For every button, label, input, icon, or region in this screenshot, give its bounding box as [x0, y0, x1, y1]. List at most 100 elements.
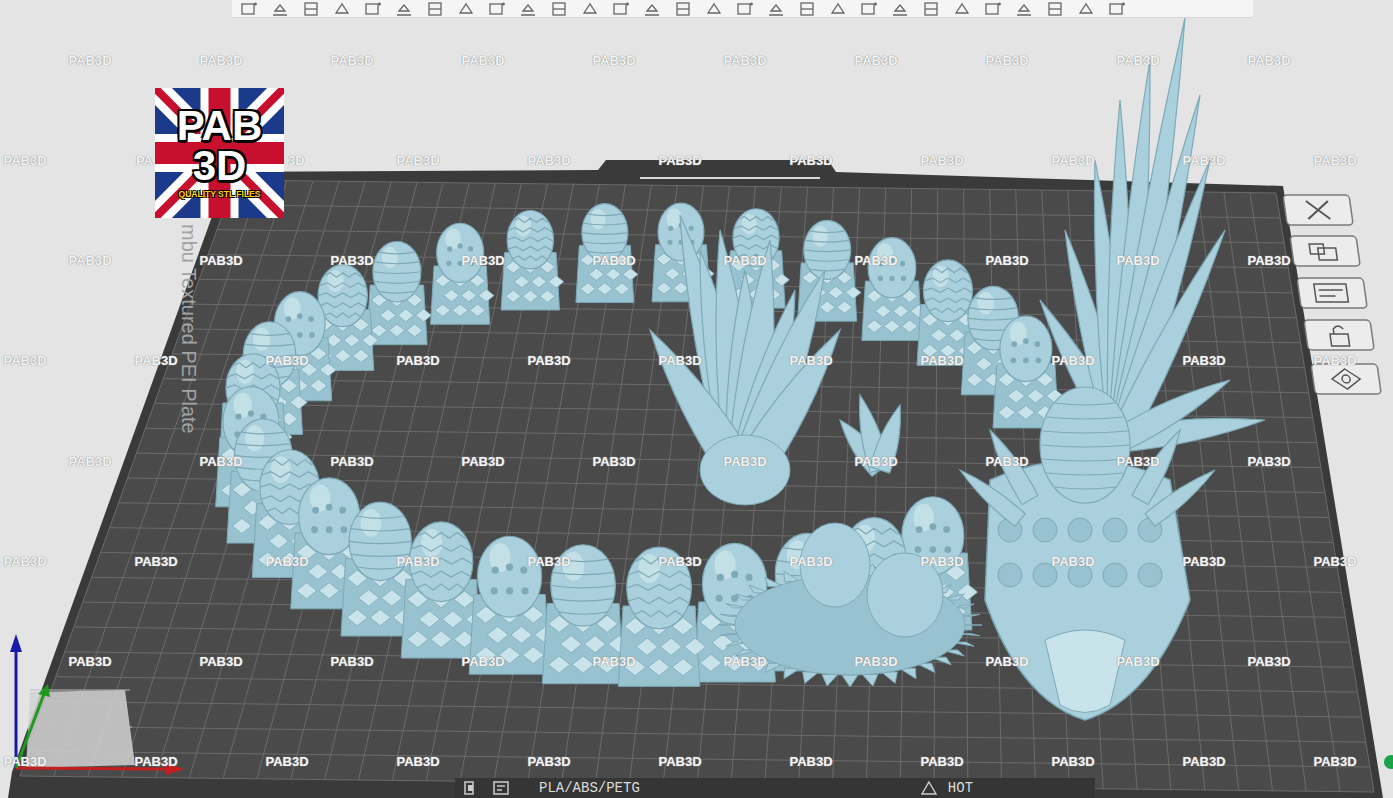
dragon-model-part	[381, 590, 402, 607]
toolbar-tool-icon[interactable]	[922, 1, 940, 17]
toolbar-tool-icon[interactable]	[705, 1, 723, 17]
toolbar-tool-icon[interactable]	[643, 1, 661, 17]
toolbar-tool-icon[interactable]	[1108, 1, 1126, 17]
watermark-text: PA	[136, 153, 153, 168]
dragon-model-part	[828, 286, 844, 299]
dragon-model-part	[734, 226, 778, 230]
dragon-model-part	[312, 507, 319, 514]
dragon-model-part	[258, 552, 278, 568]
watermark-text: PAB3D	[920, 554, 963, 569]
dragon-model-part	[660, 638, 682, 655]
dragon-model-part	[308, 316, 314, 322]
dragon-model-part	[800, 523, 870, 607]
arrange-icon-part	[1290, 236, 1360, 266]
toolbar-tool-icon[interactable]	[953, 1, 971, 17]
toolbar-tool-icon[interactable]	[767, 1, 785, 17]
toolbar-tool-icon[interactable]	[457, 1, 475, 17]
toolbar-tool-icon[interactable]	[519, 1, 537, 17]
dragon-model-part	[379, 252, 416, 254]
plate-icon-part	[468, 785, 473, 791]
dragon-model-part	[998, 406, 1015, 420]
toolbar-tool-icon[interactable]	[860, 1, 878, 17]
dragon-model-part	[1103, 563, 1127, 587]
watermark-text: PAB3D	[199, 654, 242, 669]
toolbar-tool-icon-part	[893, 5, 907, 15]
lock-icon-part	[1330, 334, 1350, 346]
toolbar-tool-icon[interactable]	[488, 1, 506, 17]
dragon-model-part	[475, 647, 496, 664]
dragon-model-part	[407, 631, 428, 648]
toolbar-tool-icon[interactable]	[984, 1, 1002, 17]
dragon-model-part	[262, 472, 318, 478]
dragon-model-part	[437, 223, 484, 282]
dragon-model-part	[356, 516, 404, 518]
dragon-model-part	[309, 332, 315, 338]
axis-gizmo-part	[16, 768, 170, 769]
dragon-model-part	[335, 349, 351, 362]
toolbar-tool-icon[interactable]	[612, 1, 630, 17]
toolbar-tool-icon[interactable]	[302, 1, 320, 17]
watermark-text: PAB3D	[1247, 53, 1290, 68]
temperature-mode[interactable]: HOT	[948, 779, 973, 797]
orient-icon[interactable]	[1311, 364, 1381, 394]
lock-icon[interactable]	[1304, 320, 1374, 350]
toolbar-tool-icon-part	[553, 3, 565, 15]
dragon-model[interactable]	[216, 18, 1265, 720]
arrange-icon[interactable]	[1290, 236, 1360, 266]
toolbar-tool-icon[interactable]	[1046, 1, 1064, 17]
dragon-model-part	[634, 558, 683, 564]
dragon-model-part	[901, 276, 906, 281]
dragon-model-part	[1041, 445, 1129, 447]
toolbar-tool-icon[interactable]	[395, 1, 413, 17]
logo-tagline: QUALITY STL FILES	[179, 189, 261, 200]
toolbar-tool-icon[interactable]	[829, 1, 847, 17]
view-controls	[1283, 195, 1381, 394]
dragon-model-part	[349, 541, 411, 543]
filament-type[interactable]: PLA/ABS/PETG	[539, 779, 640, 797]
build-plate	[8, 160, 1383, 798]
toolbar-tool-icon[interactable]	[736, 1, 754, 17]
toolbar-tool-icon-part	[769, 5, 783, 15]
watermark-text: PAB3D	[330, 454, 373, 469]
watermark-text: PAB3D	[1313, 754, 1356, 769]
dragon-model-part	[819, 301, 835, 314]
dragon-model-part	[587, 214, 622, 216]
dragon-model-part	[458, 261, 463, 266]
dragon-model-part	[1023, 357, 1029, 363]
dragon-model-part	[351, 529, 410, 531]
dragon-model-part	[435, 304, 451, 317]
dragon-model-part	[508, 228, 552, 232]
toolbar-tool-icon[interactable]	[426, 1, 444, 17]
dragon-model-part	[628, 598, 689, 604]
dragon-model-part	[447, 246, 452, 251]
dragon-model-part	[889, 258, 894, 263]
toolbar-tool-icon[interactable]	[1015, 1, 1033, 17]
toolbar-tool-icon[interactable]	[1077, 1, 1095, 17]
toolbar-tool-icon[interactable]	[333, 1, 351, 17]
watermark-text: PAB3D	[985, 454, 1028, 469]
dragon-model-part	[738, 216, 773, 220]
toolbar-tool-icon[interactable]	[364, 1, 382, 17]
toolbar-tool-icon[interactable]	[240, 1, 258, 17]
toolbar-tool-icon[interactable]	[271, 1, 289, 17]
dragon-model-part	[960, 470, 1025, 526]
plate-icon[interactable]	[463, 780, 485, 796]
watermark-text: PAB3D	[134, 754, 177, 769]
dragon-model-part	[974, 298, 1012, 300]
toolbar-tool-icon[interactable]	[581, 1, 599, 17]
dragon-model-part	[1000, 316, 1052, 382]
toolbar-tool-icon[interactable]	[798, 1, 816, 17]
toolbar-tool-icon[interactable]	[891, 1, 909, 17]
toolbar-tool-icon[interactable]	[674, 1, 692, 17]
close-view-icon[interactable]	[1283, 195, 1353, 225]
filament-icon[interactable]	[491, 780, 513, 796]
toolbar-tool-icon-part	[273, 5, 287, 15]
watermark-text: PAB3D	[265, 353, 308, 368]
toolbar-tool-icon[interactable]	[550, 1, 568, 17]
layout-icon[interactable]	[1297, 278, 1367, 308]
dragon-model-part	[1033, 563, 1057, 587]
toolbar-tool-icon-part	[801, 3, 813, 15]
toolbar-tool-icon-part	[645, 5, 659, 15]
status-dot-icon	[1384, 755, 1393, 769]
watermark-text: PAB3D	[461, 53, 504, 68]
